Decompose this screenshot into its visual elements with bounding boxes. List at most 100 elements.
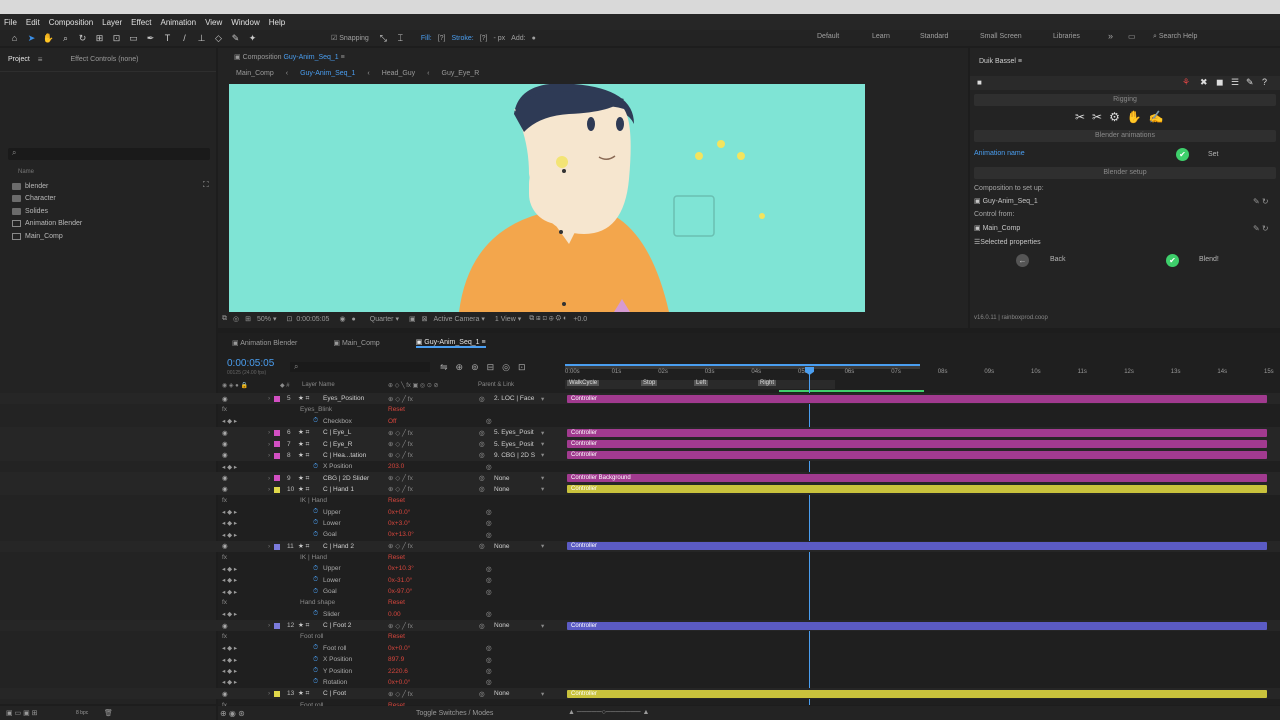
expand-arrow-icon[interactable]: › [268,486,270,493]
layer-switches-icon[interactable]: ⊕ ◇ ╱ fx [388,622,413,630]
layer-duration-bar[interactable]: Controller [567,621,1267,630]
layer-name[interactable]: C | Eye_R [323,441,353,448]
layer-switches-icon[interactable]: ⊕ ◇ ╱ fx [388,451,413,459]
label-color-swatch[interactable] [274,452,280,459]
fast-previews-icon[interactable]: ⧉ ⊞ ⊡ ⊕ ⚙ ◐ [529,315,567,323]
effect-name[interactable]: Eyes_Blink [300,406,332,413]
composition-viewer[interactable] [229,84,865,312]
duik-list-icon[interactable]: ☰ [1231,77,1239,88]
visibility-eye-icon[interactable]: ◉ [222,690,228,698]
layer-row[interactable]: ◉ › 7 ★ ⌗ C | Eye_R ⊕ ◇ ╱ fx ◎ 5. Eyes_Posit ▾ Co… [0,438,1280,450]
expand-arrow-icon[interactable]: › [268,543,270,550]
effect-name[interactable]: Foot roll [300,633,323,640]
reset-link[interactable]: Reset [388,406,405,413]
always-preview-icon[interactable]: ⧉ [222,315,227,323]
mask-visibility-icon[interactable]: ◎ [233,315,239,323]
keyframe-nav-icon[interactable]: ◂ ◆ ▸ [222,531,237,539]
timeline-switch-icons[interactable]: ⇋⊕⊚⊟◎⊡ [440,362,534,373]
stopwatch-icon[interactable]: ⏱ [313,667,318,675]
property-row[interactable]: ◂ ◆ ▸ ⏱ Slider 0.00 ◎ [0,609,1280,620]
tab-main-comp[interactable]: ▣ Main_Comp [333,339,379,347]
grid-icon[interactable]: ⊞ [245,315,251,323]
property-row[interactable]: ◂ ◆ ▸ ⏱ Rotation 0x+0.0° ◎ [0,677,1280,688]
stopwatch-icon[interactable]: ⏱ [313,644,318,652]
keyframe-nav-icon[interactable]: ◂ ◆ ▸ [222,576,237,584]
visibility-eye-icon[interactable]: ◉ [222,429,228,437]
color-channel-icon[interactable]: ● [352,316,356,323]
layer-switches-icon[interactable]: ⊕ ◇ ╱ fx [388,485,413,493]
checkmark-icon[interactable]: ✔ [1166,254,1179,267]
layer-star-icon[interactable]: ★ ⌗ [298,428,309,437]
snap-icon[interactable]: ⤡ [375,33,392,44]
pick-whip-icon[interactable]: ◎ [486,576,492,584]
parent-dropdown[interactable]: None [494,690,510,697]
layer-switches-icon[interactable]: ⊕ ◇ ╱ fx [388,542,413,550]
label-color-swatch[interactable] [274,486,280,493]
layer-duration-bar[interactable]: Controller [567,485,1267,494]
layer-switches-icon[interactable]: ⊕ ◇ ╱ fx [388,474,413,482]
reset-link[interactable]: Reset [388,633,405,640]
layer-star-icon[interactable]: ★ ⌗ [298,474,309,483]
search-help-field[interactable]: ⌕ Search Help [1153,33,1197,41]
chevron-down-icon[interactable]: ▾ [541,440,544,448]
property-row[interactable]: ◂ ◆ ▸ ⏱ Lower 0x+3.0° ◎ [0,518,1280,529]
keyframe-nav-icon[interactable]: ◂ ◆ ▸ [222,678,237,686]
selected-properties-item[interactable]: ☰Selected properties [974,238,1041,246]
keyframe-nav-icon[interactable]: ◂ ◆ ▸ [222,519,237,527]
layer-name[interactable]: C | Hea...tation [323,452,366,459]
visibility-eye-icon[interactable]: ◉ [222,474,228,482]
label-color-swatch[interactable] [274,623,280,629]
stopwatch-icon[interactable]: ⏱ [313,588,318,596]
layer-row[interactable]: ◉ › 12 ★ ⌗ C | Foot 2 ⊕ ◇ ╱ fx ◎ None ▾ Controlle… [0,620,1280,632]
layer-duration-bar[interactable]: Controller [567,428,1267,437]
snapping-checkbox[interactable]: ☑ Snapping [331,34,369,42]
layer-name[interactable]: C | Hand 1 [323,486,354,493]
roto-tool-icon[interactable]: ✎ [227,33,244,44]
duik-help-icon[interactable]: ? [1262,77,1267,87]
camera-tool-icon[interactable]: ⊞ [91,33,108,44]
camera-dropdown[interactable]: Active Camera ▾ [433,315,484,323]
layer-star-icon[interactable]: ★ ⌗ [298,440,309,449]
layer-duration-bar[interactable]: Controller [567,689,1267,698]
reset-link[interactable]: Reset [388,599,405,606]
project-footer-icons[interactable]: ▣ ▭ ▣ ⊞ [6,709,38,717]
parent-dropdown[interactable]: 2. LOC | Face [494,395,534,402]
lock-icon[interactable]: ▣ [234,54,241,61]
keyframe-nav-icon[interactable]: ◂ ◆ ▸ [222,463,237,471]
pick-whip-icon[interactable]: ◎ [486,678,492,686]
menu-animation[interactable]: Animation [160,18,196,27]
fill-label[interactable]: Fill: [421,35,432,42]
layer-duration-bar[interactable]: Controller [567,439,1267,448]
property-value[interactable]: 897.9 [388,656,404,663]
expand-arrow-icon[interactable]: › [268,395,270,402]
visibility-eye-icon[interactable]: ◉ [222,485,228,493]
pick-whip-icon[interactable]: ◎ [479,440,485,448]
property-row[interactable]: ◂ ◆ ▸ ⏱ Y Position 2220.6 ◎ [0,665,1280,676]
pen-tool-icon[interactable]: ✒ [142,33,159,44]
layer-row[interactable]: ◉ › 10 ★ ⌗ C | Hand 1 ⊕ ◇ ╱ fx ◎ None ▾ Controlle… [0,483,1280,496]
guides-icon[interactable]: ⊡ [286,315,292,323]
visibility-eye-icon[interactable]: ◉ [222,440,228,448]
layer-star-icon[interactable]: ★ ⌗ [298,621,309,630]
timeline-timecode[interactable]: 0:00:05:05 [227,358,274,369]
bpc-label[interactable]: 8 bpc [76,710,88,716]
keyframe-nav-icon[interactable]: ◂ ◆ ▸ [222,656,237,664]
trash-icon[interactable]: 🗑 [104,709,113,717]
layer-name[interactable]: C | Foot [323,690,346,697]
edit-icon[interactable]: ✎ ↻ [1253,224,1269,233]
workspace-standard[interactable]: Standard [920,33,948,40]
parent-dropdown[interactable]: 5. Eyes_Posit [494,441,534,448]
keyframe-nav-icon[interactable]: ◂ ◆ ▸ [222,644,237,652]
pick-whip-icon[interactable]: ◎ [486,588,492,596]
pick-whip-icon[interactable]: ◎ [479,451,485,459]
pick-whip-icon[interactable]: ◎ [479,474,485,482]
pan-behind-tool-icon[interactable]: ⊡ [108,33,125,44]
effect-row[interactable]: fx Foot roll Reset [0,631,1280,642]
snapshot-icon[interactable]: ◉ [339,315,345,323]
keyframe-nav-icon[interactable]: ◂ ◆ ▸ [222,565,237,573]
menu-layer[interactable]: Layer [102,18,122,27]
stopwatch-icon[interactable]: ⏱ [313,678,318,686]
fill-swatch-icon[interactable]: [?] [438,35,446,42]
visibility-eye-icon[interactable]: ◉ [222,451,228,459]
stroke-swatch-icon[interactable]: [?] [480,35,488,42]
